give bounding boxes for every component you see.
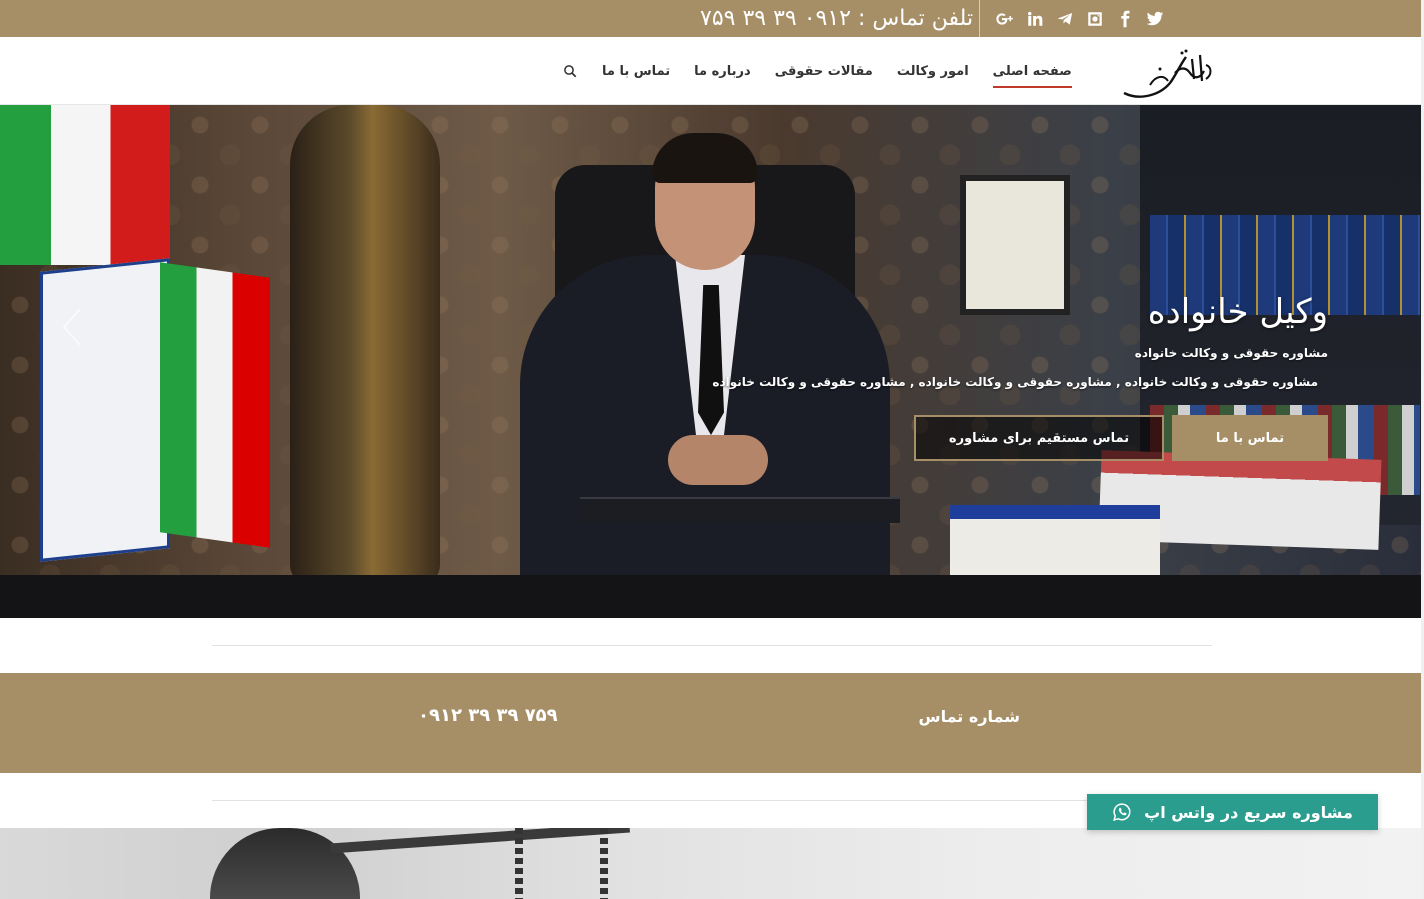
nav-home[interactable]: صفحه اصلی [992,58,1073,88]
site-logo[interactable] [1120,45,1216,99]
top-bar: تلفن تماس : ۰۹۱۲ ۳۹ ۳۹ ۷۵۹ [0,0,1424,37]
nav-legal-articles[interactable]: مقالات حقوقی [775,58,873,85]
slider-prev-arrow-icon[interactable] [58,305,88,349]
scale-chain [600,828,608,899]
divider [212,800,1212,801]
contact-label: شماره تماس [918,707,1020,726]
hero-desk [0,575,1424,618]
divider [212,645,1212,646]
hero-person-hands [668,435,768,485]
nav-legal-services[interactable]: امور وکالت [897,58,969,85]
scale-chain [515,828,523,899]
section-image [0,828,1424,899]
hero-justice-statue [290,105,440,585]
hero-flag-iran [160,262,270,548]
scale-arm [330,828,630,854]
instagram-icon[interactable] [1080,0,1110,37]
contact-phone[interactable]: ۰۹۱۲ ۳۹ ۳۹ ۷۵۹ [418,705,558,726]
google-plus-icon[interactable] [990,0,1020,37]
hero-flag-blue [40,258,170,562]
top-phone-number[interactable]: تلفن تماس : ۰۹۱۲ ۳۹ ۳۹ ۷۵۹ [700,6,973,31]
hero-subtitle: مشاوره حقوقی و وکالت خانواده [1134,346,1328,360]
site-header: صفحه اصلی امور وکالت مقالات حقوقی درباره… [0,37,1424,105]
linkedin-icon[interactable] [1020,0,1050,37]
main-navigation: صفحه اصلی امور وکالت مقالات حقوقی درباره… [560,37,1084,105]
top-bar-content: تلفن تماس : ۰۹۱۲ ۳۹ ۳۹ ۷۵۹ [700,0,1170,37]
hero-keyboard [580,497,900,523]
search-icon[interactable] [560,61,580,81]
hero-title: وکیل خانواده [1147,292,1328,332]
whatsapp-consult-button[interactable]: مشاوره سریع در واتس اپ [1087,794,1378,830]
justice-statue-figure [210,828,360,899]
direct-consultation-button[interactable]: تماس مستقیم برای مشاوره [914,415,1164,461]
whatsapp-label: مشاوره سریع در واتس اپ [1144,802,1353,822]
telegram-icon[interactable] [1050,0,1080,37]
hero-description: مشاوره حقوقی و وکالت خانواده , مشاوره حق… [712,375,1318,389]
nav-contact[interactable]: تماس با ما [602,58,670,85]
nav-about[interactable]: درباره ما [694,58,751,85]
whatsapp-icon [1112,802,1132,822]
hero-slider: وکیل خانواده مشاوره حقوقی و وکالت خانواد… [0,105,1424,618]
contact-us-button[interactable]: تماس با ما [1172,415,1328,461]
twitter-icon[interactable] [1140,0,1170,37]
facebook-icon[interactable] [1110,0,1140,37]
top-bar-separator [979,0,981,37]
hero-caption: وکیل خانواده [1148,292,1328,332]
hero-flag-background [0,105,170,265]
hero-certificate [960,175,1070,315]
social-links [990,0,1170,37]
contact-band: شماره تماس ۰۹۱۲ ۳۹ ۳۹ ۷۵۹ [0,673,1424,773]
